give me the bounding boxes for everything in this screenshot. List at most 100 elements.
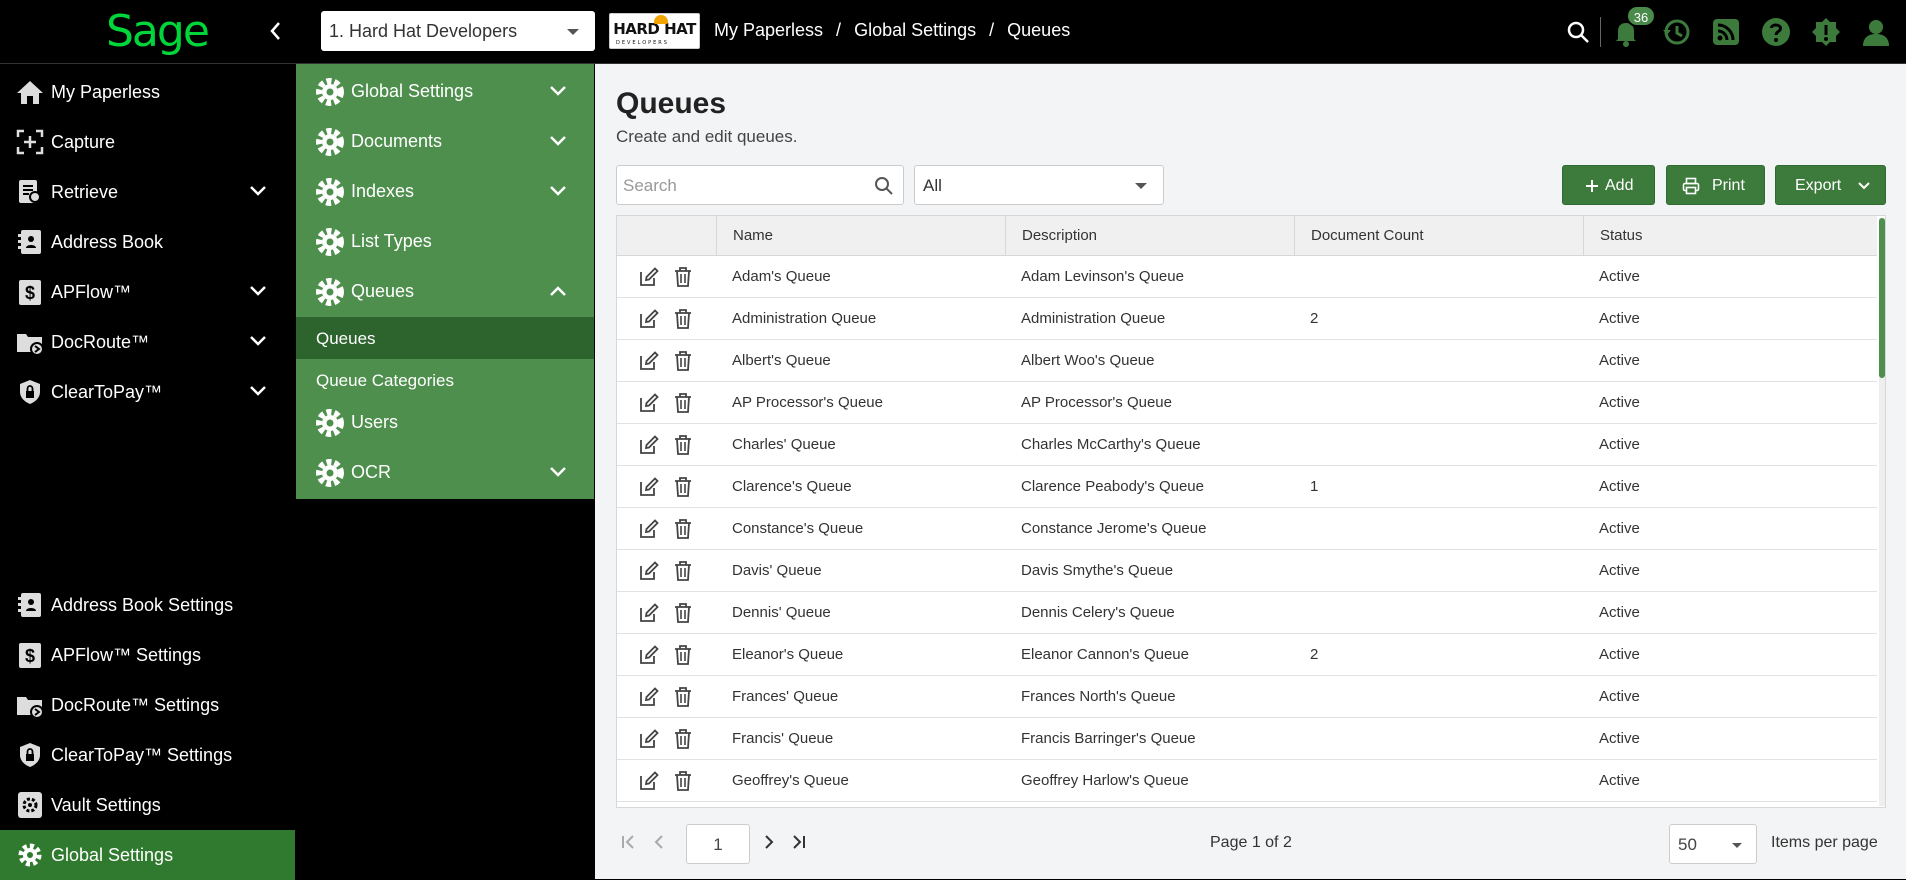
previous-page-icon[interactable] <box>650 833 668 851</box>
search-input[interactable]: Search <box>616 165 904 205</box>
sidebar-item-cleartopay[interactable]: ClearToPay™ <box>0 367 295 417</box>
table-row[interactable]: Frances' Queue Frances North's Queue Activ… <box>617 676 1877 718</box>
sage-logo[interactable]: Sage <box>106 6 210 57</box>
edit-icon[interactable] <box>638 308 660 330</box>
last-page-icon[interactable] <box>789 833 807 851</box>
page-number-input[interactable]: 1 <box>686 824 750 864</box>
submenu-item-global-settings[interactable]: Global Settings <box>296 66 594 116</box>
chevron-down-icon[interactable] <box>248 384 268 398</box>
search-icon[interactable] <box>873 175 895 197</box>
edit-icon[interactable] <box>638 686 660 708</box>
edit-icon[interactable] <box>638 560 660 582</box>
edit-icon[interactable] <box>638 434 660 456</box>
cell-name: Charles' Queue <box>732 436 836 453</box>
delete-icon[interactable] <box>673 770 693 792</box>
alert-badge-icon[interactable] <box>1810 16 1842 48</box>
edit-icon[interactable] <box>638 476 660 498</box>
sidebar-item-capture[interactable]: Capture <box>0 117 295 167</box>
table-row[interactable]: AP Processor's Queue AP Processor's Queue… <box>617 382 1877 424</box>
breadcrumb-my-paperless[interactable]: My Paperless <box>714 20 823 40</box>
sidebar-item-address-book[interactable]: Address Book <box>0 217 295 267</box>
collapse-sidebar-icon[interactable] <box>266 18 286 44</box>
chevron-down-icon[interactable] <box>548 465 568 479</box>
sidebar-item-cleartopay-settings[interactable]: ClearToPay™ Settings <box>0 730 295 780</box>
edit-icon[interactable] <box>638 602 660 624</box>
chevron-down-icon[interactable] <box>248 334 268 348</box>
submenu-item-users[interactable]: Users <box>296 397 594 447</box>
sidebar-item-my-paperless[interactable]: My Paperless <box>0 67 295 117</box>
sidebar-item-address-book-settings[interactable]: Address Book Settings <box>0 580 295 630</box>
delete-icon[interactable] <box>673 350 693 372</box>
edit-icon[interactable] <box>638 728 660 750</box>
chevron-down-icon[interactable] <box>548 134 568 148</box>
delete-icon[interactable] <box>673 602 693 624</box>
delete-icon[interactable] <box>673 308 693 330</box>
next-page-icon[interactable] <box>760 833 778 851</box>
table-scrollbar[interactable] <box>1879 218 1885 806</box>
submenu-child-queues[interactable]: Queues <box>296 317 594 359</box>
table-row[interactable]: Charles' Queue Charles McCarthy's Queue Ac… <box>617 424 1877 466</box>
table-row[interactable]: Administration Queue Administration Queue… <box>617 298 1877 340</box>
delete-icon[interactable] <box>673 644 693 666</box>
chevron-down-icon[interactable] <box>548 184 568 198</box>
delete-icon[interactable] <box>673 266 693 288</box>
print-button[interactable]: Print <box>1666 165 1765 205</box>
sidebar-item-global-settings[interactable]: Global Settings <box>0 830 295 880</box>
table-row[interactable]: Davis' Queue Davis Smythe's Queue Active <box>617 550 1877 592</box>
delete-icon[interactable] <box>673 560 693 582</box>
help-icon[interactable] <box>1760 16 1792 48</box>
scrollbar-thumb[interactable] <box>1879 218 1885 378</box>
table-row[interactable]: Albert's Queue Albert Woo's Queue Active <box>617 340 1877 382</box>
edit-icon[interactable] <box>638 770 660 792</box>
search-icon[interactable] <box>1562 16 1594 48</box>
submenu-item-documents[interactable]: Documents <box>296 116 594 166</box>
column-header-description[interactable]: Description <box>1005 216 1295 256</box>
chevron-down-icon[interactable] <box>548 84 568 98</box>
sidebar-item-apflow-settings[interactable]: $ APFlow™ Settings <box>0 630 295 680</box>
rss-icon[interactable] <box>1710 16 1742 48</box>
export-button[interactable]: Export <box>1775 165 1886 205</box>
delete-icon[interactable] <box>673 686 693 708</box>
sidebar-item-vault-settings[interactable]: Vault Settings <box>0 780 295 830</box>
column-header-status[interactable]: Status <box>1583 216 1877 256</box>
sidebar-item-docroute-settings[interactable]: DocRoute™ Settings <box>0 680 295 730</box>
delete-icon[interactable] <box>673 728 693 750</box>
first-page-icon[interactable] <box>620 833 638 851</box>
chevron-up-icon[interactable] <box>548 284 568 298</box>
table-row[interactable]: Constance's Queue Constance Jerome's Queu… <box>617 508 1877 550</box>
breadcrumb-global-settings[interactable]: Global Settings <box>854 20 976 40</box>
page-size-select[interactable]: 50 <box>1669 824 1757 864</box>
column-header-name[interactable]: Name <box>716 216 1006 256</box>
delete-icon[interactable] <box>673 434 693 456</box>
submenu-item-indexes[interactable]: Indexes <box>296 166 594 216</box>
table-row[interactable]: Eleanor's Queue Eleanor Cannon's Queue 2 Ac… <box>617 634 1877 676</box>
delete-icon[interactable] <box>673 518 693 540</box>
edit-icon[interactable] <box>638 392 660 414</box>
edit-icon[interactable] <box>638 518 660 540</box>
submenu-item-ocr[interactable]: OCR <box>296 447 594 497</box>
user-avatar-icon[interactable] <box>1860 16 1892 48</box>
table-row[interactable]: Adam's Queue Adam Levinson's Queue Active <box>617 256 1877 298</box>
sidebar-item-apflow[interactable]: $ APFlow™ <box>0 267 295 317</box>
table-row[interactable]: Dennis' Queue Dennis Celery's Queue Active <box>617 592 1877 634</box>
edit-icon[interactable] <box>638 644 660 666</box>
delete-icon[interactable] <box>673 392 693 414</box>
chevron-down-icon[interactable] <box>248 184 268 198</box>
history-icon[interactable] <box>1660 16 1692 48</box>
table-row[interactable]: Geoffrey's Queue Geoffrey Harlow's Queue A… <box>617 760 1877 802</box>
status-filter-select[interactable]: All <box>914 165 1164 205</box>
submenu-item-queues[interactable]: Queues <box>296 266 594 316</box>
table-row[interactable]: Francis' Queue Francis Barringer's Queue A… <box>617 718 1877 760</box>
submenu-item-list-types[interactable]: List Types <box>296 216 594 266</box>
add-button[interactable]: Add <box>1562 165 1655 205</box>
delete-icon[interactable] <box>673 476 693 498</box>
table-row[interactable]: Clarence's Queue Clarence Peabody's Queue… <box>617 466 1877 508</box>
chevron-down-icon[interactable] <box>248 284 268 298</box>
company-select[interactable]: 1. Hard Hat Developers <box>321 11 595 51</box>
sidebar-item-docroute[interactable]: DocRoute™ <box>0 317 295 367</box>
column-header-document-count[interactable]: Document Count <box>1294 216 1584 256</box>
edit-icon[interactable] <box>638 350 660 372</box>
edit-icon[interactable] <box>638 266 660 288</box>
sidebar-item-retrieve[interactable]: Retrieve <box>0 167 295 217</box>
submenu-child-queue-categories[interactable]: Queue Categories <box>296 359 594 401</box>
